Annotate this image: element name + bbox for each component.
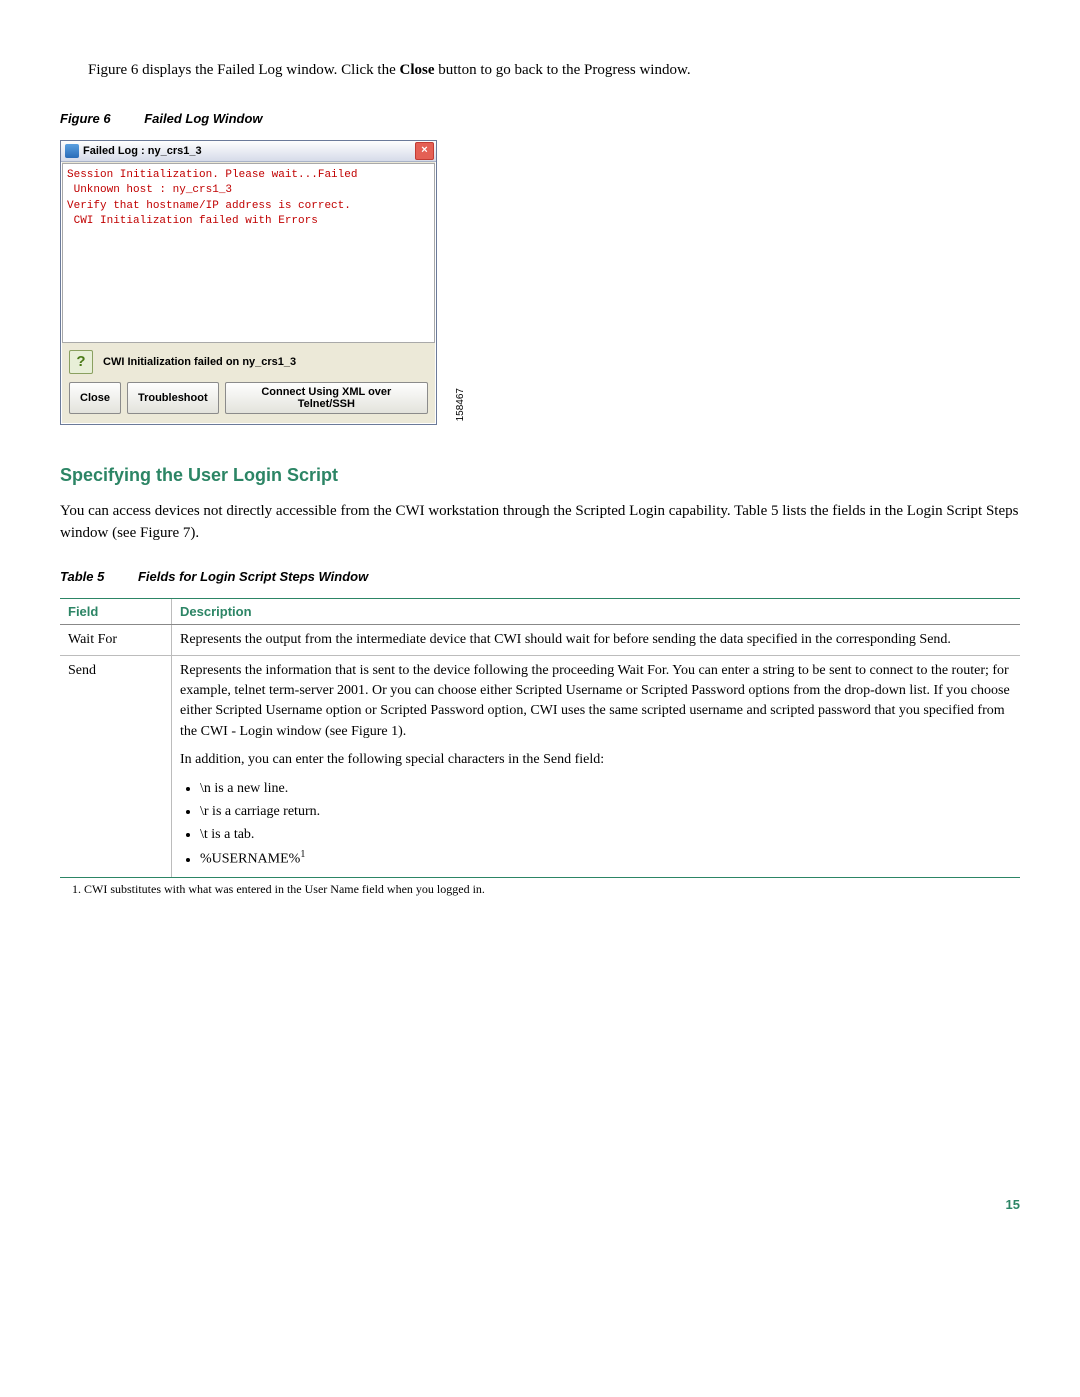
cell-description: Represents the output from the intermedi… (172, 624, 1021, 655)
table-label: Table 5 (60, 569, 104, 584)
intro-close-bold: Close (400, 62, 435, 78)
section-description: You can access devices not directly acce… (60, 501, 1020, 545)
log-output-area: Session Initialization. Please wait...Fa… (62, 163, 435, 343)
send-desc-1: Represents the information that is sent … (180, 661, 1012, 742)
connect-xml-button[interactable]: Connect Using XML over Telnet/SSH (225, 382, 428, 414)
footnote-ref: 1 (300, 849, 305, 860)
intro-paragraph: Figure 6 displays the Failed Log window.… (88, 60, 1020, 81)
failed-log-window-wrapper: Failed Log : ny_crs1_3 × Session Initial… (60, 140, 450, 425)
intro-text-1: Figure 6 displays the Failed Log window.… (88, 62, 400, 78)
window-close-icon[interactable]: × (415, 142, 434, 160)
table-caption: Table 5 Fields for Login Script Steps Wi… (60, 569, 1020, 584)
close-button[interactable]: Close (69, 382, 121, 414)
log-line: Unknown host : ny_crs1_3 (67, 183, 430, 198)
figure-label: Figure 6 (60, 111, 111, 126)
page-number: 15 (60, 1197, 1020, 1212)
list-item: \r is a carriage return. (200, 801, 1012, 822)
cell-description: Represents the information that is sent … (172, 655, 1021, 877)
log-line: Verify that hostname/IP address is corre… (67, 199, 430, 214)
intro-text-2: button to go back to the Progress window… (435, 62, 691, 78)
status-row: ? CWI Initialization failed on ny_crs1_3 (61, 344, 436, 378)
list-item: \n is a new line. (200, 778, 1012, 799)
log-line: Session Initialization. Please wait...Fa… (67, 168, 430, 183)
fields-table: Field Description Wait For Represents th… (60, 598, 1020, 878)
button-row: Close Troubleshoot Connect Using XML ove… (61, 378, 436, 424)
figure-caption: Figure 6 Failed Log Window (60, 111, 1020, 126)
window-title: Failed Log : ny_crs1_3 (83, 145, 415, 157)
log-line: CWI Initialization failed with Errors (67, 214, 430, 229)
app-icon (65, 144, 79, 158)
question-icon: ? (69, 350, 93, 374)
table-row: Send Represents the information that is … (60, 655, 1020, 877)
table-row: Wait For Represents the output from the … (60, 624, 1020, 655)
table-title: Fields for Login Script Steps Window (138, 569, 368, 584)
list-item: \t is a tab. (200, 824, 1012, 845)
header-description: Description (172, 598, 1021, 624)
send-bullets: \n is a new line. \r is a carriage retur… (200, 778, 1012, 870)
list-item: %USERNAME%1 (200, 847, 1012, 870)
figure-title: Failed Log Window (144, 111, 262, 126)
status-text: CWI Initialization failed on ny_crs1_3 (103, 356, 296, 368)
window-titlebar[interactable]: Failed Log : ny_crs1_3 × (61, 141, 436, 162)
table-header-row: Field Description (60, 598, 1020, 624)
section-heading: Specifying the User Login Script (60, 465, 1020, 486)
table-footnote: 1. CWI substitutes with what was entered… (72, 882, 1020, 897)
cell-field: Send (60, 655, 172, 877)
send-desc-2: In addition, you can enter the following… (180, 750, 1012, 770)
figure-id-label: 158467 (455, 388, 466, 421)
header-field: Field (60, 598, 172, 624)
troubleshoot-button[interactable]: Troubleshoot (127, 382, 219, 414)
failed-log-window: Failed Log : ny_crs1_3 × Session Initial… (60, 140, 437, 425)
bullet-text: %USERNAME% (200, 852, 300, 867)
cell-field: Wait For (60, 624, 172, 655)
